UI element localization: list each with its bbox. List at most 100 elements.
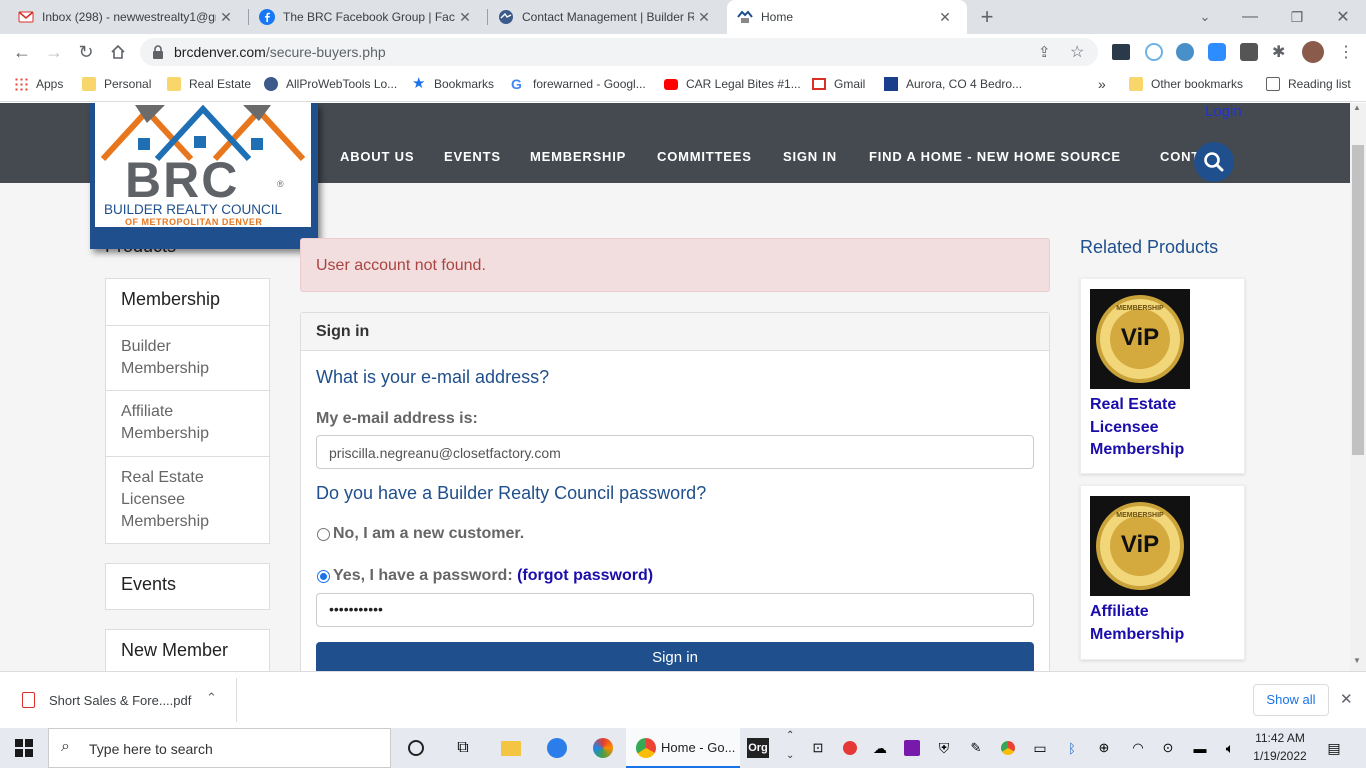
clock-time[interactable]: 11:42 AM [1252,731,1308,745]
vip-badge-image[interactable]: ViP MEMBERSHIP [1090,496,1190,596]
windows-start-icon[interactable] [12,736,36,760]
reload-icon[interactable]: ↻ [71,37,101,67]
download-filename[interactable]: Short Sales & Fore....pdf [49,693,191,708]
restore-button[interactable]: ❐ [1282,2,1312,32]
nav-about-us[interactable]: ABOUT US [340,149,414,164]
display-tray-icon[interactable]: ▭ [1028,736,1052,760]
product-link-real-estate[interactable]: Real Estate Licensee Membership [1090,394,1200,462]
lock-icon[interactable] [152,45,164,64]
signin-button[interactable]: Sign in [316,642,1034,671]
bookmark-allprowebtools[interactable]: AllProWebTools Lo... [264,70,397,98]
task-view-icon[interactable]: ⧉ [451,736,475,760]
tab-home-active[interactable]: Home ✕ [727,0,967,34]
sidebar-item-real-estate[interactable]: Real Estate Licensee Membership [121,467,231,533]
tab-gmail[interactable]: Inbox (298) - newwestrealty1@gr ✕ [0,0,248,34]
extension-cloud-icon[interactable] [1145,43,1163,61]
bookmark-forewarned[interactable]: Gforewarned - Googl... [511,70,646,98]
tray-overflow-down-icon[interactable]: ⌄ [786,750,794,761]
security-shield-icon[interactable]: ⛨ [932,736,956,760]
events-panel[interactable]: Events [105,563,270,610]
bluetooth-icon[interactable]: ᛒ [1060,736,1084,760]
bookmark-car-legal-bites[interactable]: CAR Legal Bites #1... [664,70,801,98]
bookmark-personal[interactable]: Personal [82,70,151,98]
radio-has-password[interactable] [317,570,330,583]
menu-kebab-icon[interactable]: ⋮ [1338,42,1354,62]
taskbar-search-box[interactable]: ⌕ Type here to search [48,728,391,768]
site-search-button[interactable] [1194,142,1234,182]
battery-icon[interactable]: ▬ [1188,736,1212,760]
app-colorful-icon[interactable] [591,736,615,760]
teams-tray-icon[interactable]: ⊡ [806,736,830,760]
org-app-icon[interactable]: Org [746,736,770,760]
home-icon[interactable] [103,37,133,67]
has-password-label[interactable]: Yes, I have a password: (forgot password… [333,567,653,585]
forward-arrow-icon[interactable]: → [39,37,69,67]
puzzle-extensions-icon[interactable]: ✱ [1272,42,1285,62]
close-download-bar-icon[interactable]: ✕ [1340,690,1353,708]
nav-membership[interactable]: MEMBERSHIP [530,149,626,164]
nav-committees[interactable]: COMMITTEES [657,149,752,164]
email-field[interactable]: priscilla.negreanu@closetfactory.com [316,435,1034,469]
radio-new-customer[interactable] [317,528,330,541]
close-icon[interactable]: ✕ [216,9,236,26]
password-field[interactable]: ••••••••••• [316,593,1034,627]
bookmark-other[interactable]: Other bookmarks [1129,70,1243,98]
extension-blue-icon[interactable] [1176,43,1194,61]
scrollbar-thumb[interactable] [1352,145,1364,455]
tray-overflow-up-icon[interactable]: ⌃ [786,730,794,741]
membership-title[interactable]: Membership [121,289,220,310]
tab-search-chevron-icon[interactable]: ⌄ [1190,2,1220,32]
close-icon[interactable]: ✕ [694,9,714,26]
share-icon[interactable]: ⇪ [1038,43,1051,61]
bookmark-aurora[interactable]: Aurora, CO 4 Bedro... [884,70,1022,98]
tab-contact-management[interactable]: Contact Management | Builder Re ✕ [488,0,726,34]
new-customer-label[interactable]: No, I am a new customer. [333,525,524,543]
nav-find-a-home[interactable]: FIND A HOME - NEW HOME SOURCE [869,149,1121,164]
app-blue-icon[interactable] [545,736,569,760]
pen-tray-icon[interactable]: ✎ [964,736,988,760]
wifi-icon[interactable]: ◠ [1126,736,1150,760]
extension-gray-icon[interactable] [1240,43,1258,61]
sidebar-item-builder[interactable]: Builder Membership [121,336,241,380]
chevron-up-icon[interactable]: ⌃ [206,690,217,706]
window-close-button[interactable]: ✕ [1328,2,1358,32]
related-product-card[interactable]: ViP MEMBERSHIP Real Estate Licensee Memb… [1080,278,1245,474]
close-icon[interactable]: ✕ [935,9,955,26]
bookmark-apps[interactable]: Apps [14,70,63,98]
new-tab-button[interactable]: + [972,2,1002,32]
forgot-password-link[interactable]: (forgot password) [517,567,653,584]
address-bar[interactable]: brcdenver.com/secure-buyers.php ⇪ ☆ [140,38,1098,66]
minimize-button[interactable]: — [1235,2,1265,32]
show-all-button[interactable]: Show all [1253,684,1329,716]
network-tray-icon[interactable]: ⊙ [1156,736,1180,760]
bookmarks-overflow[interactable]: » [1098,70,1106,98]
onedrive-cloud-icon[interactable]: ☁ [868,736,892,760]
reading-list[interactable]: Reading list [1266,70,1351,98]
volume-icon[interactable]: 🔈︎ [1218,736,1242,760]
chrome-tray-icon[interactable] [996,736,1020,760]
login-link[interactable]: Login [1205,103,1242,120]
profile-avatar[interactable] [1302,41,1324,63]
app-tray-icon[interactable] [838,736,862,760]
scroll-down-icon[interactable]: ▼ [1353,656,1361,665]
tab-facebook[interactable]: The BRC Facebook Group | Faceb ✕ [249,0,487,34]
clock-date[interactable]: 1/19/2022 [1252,749,1308,763]
page-scrollbar[interactable]: ▲ ▼ [1350,103,1366,671]
gamepad-tray-icon[interactable]: ⊕ [1092,736,1116,760]
back-arrow-icon[interactable]: ← [7,37,37,67]
brc-logo[interactable]: BRC ® BUILDER REALTY COUNCIL OF METROPOL… [90,103,318,249]
extension-hq-icon[interactable] [1112,44,1130,60]
onenote-icon[interactable] [900,736,924,760]
product-link-affiliate[interactable]: Affiliate Membership [1090,601,1200,646]
new-member-panel[interactable]: New Member [105,629,270,671]
related-product-card[interactable]: ViP MEMBERSHIP Affiliate Membership [1080,485,1245,660]
bookmark-bookmarks[interactable]: ★ Bookmarks [412,70,494,98]
vip-badge-image[interactable]: ViP MEMBERSHIP [1090,289,1190,389]
sidebar-item-affiliate[interactable]: Affiliate Membership [121,401,241,445]
close-icon[interactable]: ✕ [455,9,475,26]
bookmark-gmail[interactable]: Gmail [812,70,865,98]
nav-sign-in[interactable]: SIGN IN [783,149,837,164]
zoom-extension-icon[interactable] [1208,43,1226,61]
scroll-up-icon[interactable]: ▲ [1353,103,1361,112]
notifications-icon[interactable]: ▤ [1322,736,1346,760]
